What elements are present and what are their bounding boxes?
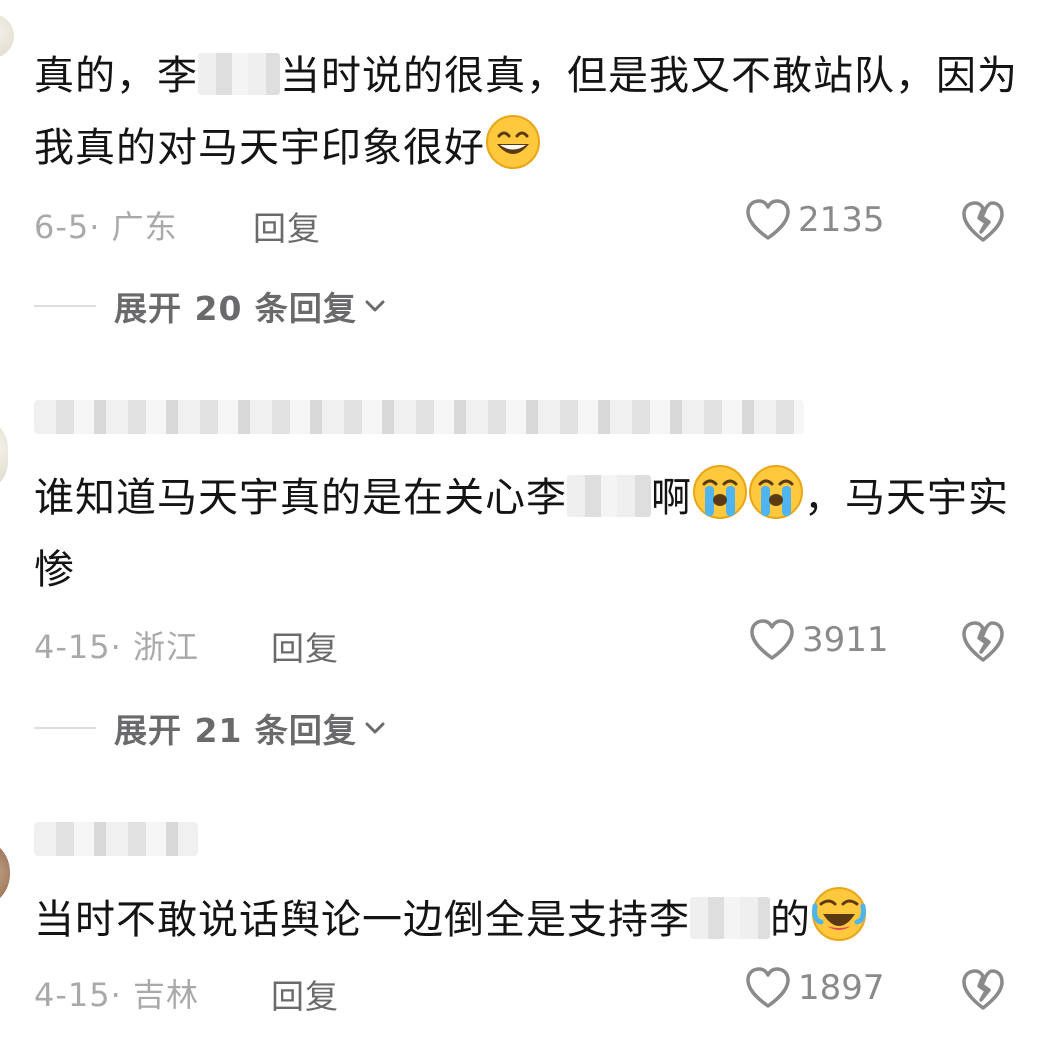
reply-button[interactable]: 回复 — [253, 202, 321, 250]
comment-text: 真的，李 当时说的很真，但是我又不敢站队，因为我真的对马天宇印象很好 — [34, 53, 1018, 171]
broken-heart-icon[interactable] — [960, 968, 1006, 1012]
loudly-crying-face-icon — [749, 465, 803, 519]
avatar[interactable] — [0, 418, 8, 492]
expand-replies-button[interactable]: 展开 21 条回复 — [34, 704, 385, 752]
username-redacted — [34, 822, 198, 856]
grinning-face-icon — [486, 115, 540, 169]
mosaic-redaction — [567, 475, 651, 517]
like-count: 2135 — [798, 200, 885, 240]
username-redacted — [34, 400, 804, 434]
mosaic-redaction — [198, 53, 280, 95]
heart-icon — [746, 199, 790, 240]
comment-meta: 4-15· 吉林 — [34, 976, 199, 1014]
divider — [34, 727, 96, 729]
chevron-down-icon — [365, 300, 385, 312]
chevron-down-icon — [365, 722, 385, 734]
like-button[interactable]: 1897 — [744, 966, 885, 1010]
reply-button[interactable]: 回复 — [271, 970, 339, 1018]
comment-text: 谁知道马天宇真的是在关心李啊 ，马天宇实惨 — [34, 462, 1019, 606]
mosaic-redaction — [690, 897, 770, 939]
rolling-laughing-face-icon — [812, 887, 866, 941]
broken-heart-icon[interactable] — [960, 200, 1006, 244]
heart-icon — [750, 619, 794, 660]
like-button[interactable]: 3911 — [748, 618, 889, 662]
reply-button[interactable]: 回复 — [271, 622, 339, 670]
divider — [34, 305, 96, 307]
heart-icon — [746, 967, 790, 1008]
comment-text: 当时不敢说话舆论一边倒全是支持李的 — [34, 884, 1019, 956]
comment-meta: 6-5· 广东 — [34, 208, 178, 246]
like-count: 1897 — [798, 968, 885, 1008]
like-button[interactable]: 2135 — [744, 198, 885, 242]
avatar[interactable] — [0, 838, 10, 908]
avatar[interactable] — [0, 14, 14, 58]
expand-replies-button[interactable]: 展开 20 条回复 — [34, 282, 385, 330]
loudly-crying-face-icon — [693, 465, 747, 519]
broken-heart-icon[interactable] — [960, 620, 1006, 664]
comment-meta: 4-15· 浙江 — [34, 628, 199, 666]
like-count: 3911 — [802, 620, 889, 660]
